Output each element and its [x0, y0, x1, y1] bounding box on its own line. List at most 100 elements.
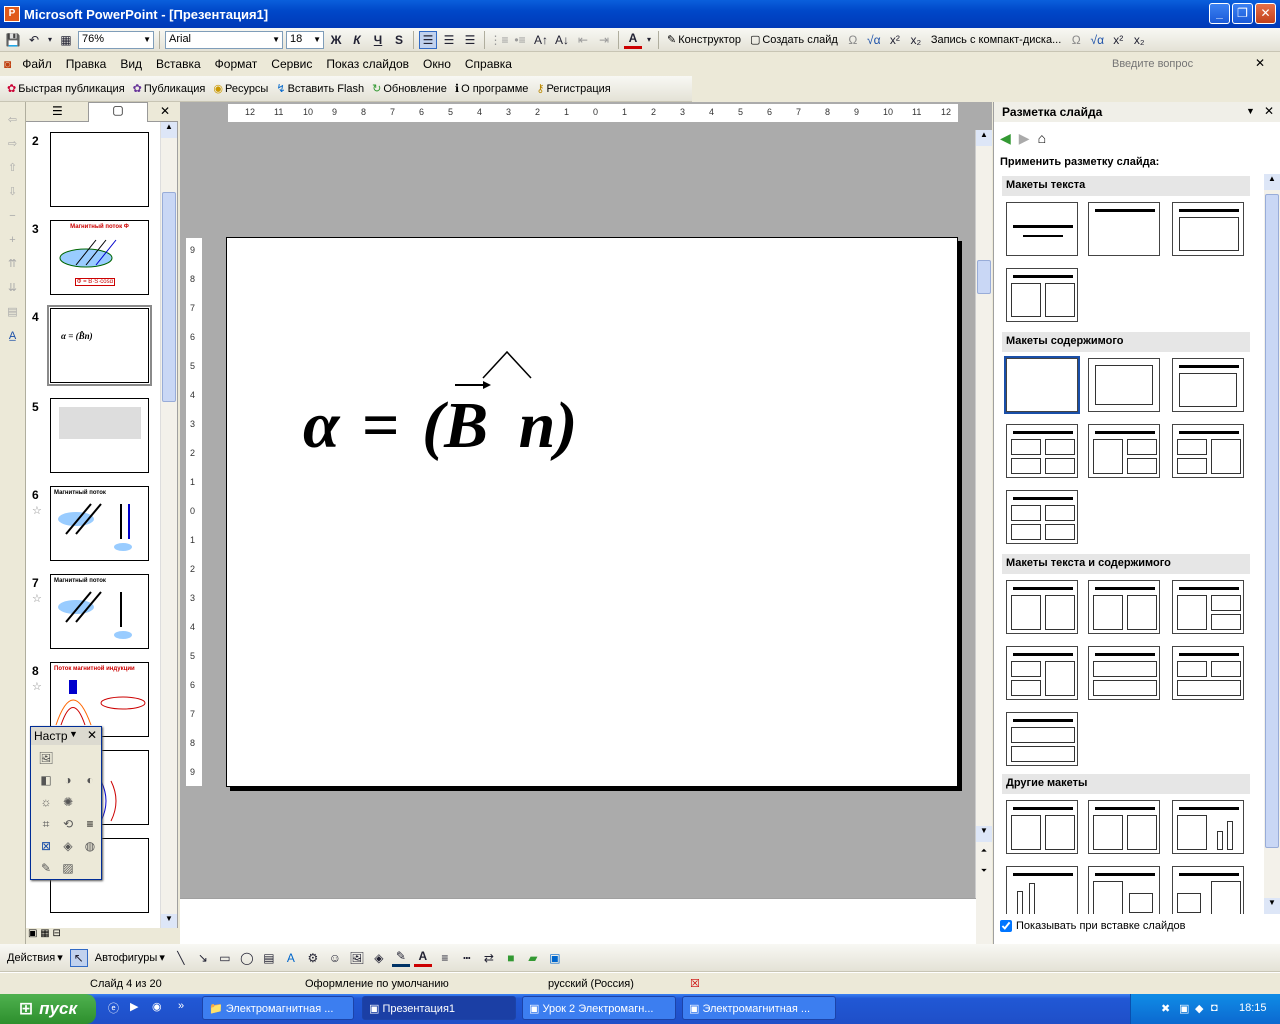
slide-thumbnail[interactable]: Магнитный поток Ф Ф = B·S·cosα	[50, 220, 149, 295]
bold-button[interactable]: Ж	[327, 31, 345, 49]
layout-two-columns[interactable]	[1006, 268, 1078, 322]
slide-vertical-scrollbar[interactable]: ▲ ▼ ⏶ ⏷	[975, 130, 992, 944]
scroll-up-arrow[interactable]: ▲	[161, 122, 177, 138]
menu-tools[interactable]: Сервис	[264, 57, 319, 71]
show-formatting-icon[interactable]: A̲	[0, 324, 25, 348]
outline-tab[interactable]: ☰	[52, 104, 63, 118]
wordart-icon[interactable]: A	[282, 949, 300, 967]
collapse-icon[interactable]: −	[0, 204, 25, 228]
compress-icon[interactable]: ⊠	[35, 835, 57, 857]
reset-picture-icon[interactable]: ▨	[57, 857, 79, 879]
new-slide-button[interactable]: ▢ Создать слайд	[747, 33, 841, 47]
demote-icon[interactable]: ⇨	[0, 132, 25, 156]
bullets-icon[interactable]: •≡	[511, 31, 529, 49]
tray-icon-2[interactable]: ▣	[1179, 1002, 1189, 1015]
menu-app-icon[interactable]: ◙	[0, 57, 15, 71]
taskbar-powerpoint-window[interactable]: ▣ Презентация1	[362, 996, 516, 1020]
slides-tab[interactable]: ▢	[88, 102, 148, 122]
layout-text-content-5[interactable]	[1088, 646, 1160, 700]
contrast-down-icon[interactable]: ◐	[79, 769, 101, 791]
taskbar-powerpoint-window-2[interactable]: ▣ Урок 2 Электромагн...	[522, 996, 676, 1020]
menu-file[interactable]: Файл	[15, 57, 59, 71]
arrow-icon[interactable]: ↘	[194, 949, 212, 967]
slides-scrollbar[interactable]: ▲ ▼	[160, 122, 177, 930]
font-color-icon[interactable]: A	[624, 31, 642, 49]
menu-view[interactable]: Вид	[113, 57, 149, 71]
tray-icon-3[interactable]: ◆	[1195, 1002, 1203, 1015]
layout-text-content-1[interactable]	[1006, 580, 1078, 634]
previous-slide-icon[interactable]: ⏶	[976, 846, 992, 862]
layout-content-4[interactable]	[1006, 490, 1078, 544]
textbox-icon[interactable]: ▤	[260, 949, 278, 967]
undo-icon[interactable]: ↶	[25, 31, 43, 49]
palette-title-bar[interactable]: Настр ▼ ✕	[31, 727, 101, 745]
move-down-icon[interactable]: ⇩	[0, 180, 25, 204]
collapse-all-icon[interactable]: ⇈	[0, 252, 25, 276]
line-style-icon[interactable]: ≡	[79, 813, 101, 835]
line-style-icon[interactable]: ≡	[436, 949, 454, 967]
slide-canvas[interactable]: α = (B n)	[226, 237, 958, 787]
layout-title[interactable]	[1006, 202, 1078, 256]
scroll-up-arrow[interactable]: ▲	[1264, 174, 1280, 190]
tray-clock[interactable]: 18:15	[1239, 1002, 1267, 1014]
task-pane-close-icon[interactable]: ✕	[1264, 104, 1274, 118]
clipart-icon[interactable]: ☺	[326, 949, 344, 967]
layout-orgchart-2[interactable]	[1172, 866, 1244, 914]
italic-button[interactable]: К	[348, 31, 366, 49]
update-button[interactable]: ↻ Обновление	[369, 82, 450, 96]
vertical-ruler[interactable]: 9 8 7 6 5 4 3 2 1 0 1 2 3 4 5 6 7 8 9	[186, 238, 202, 786]
menu-help[interactable]: Справка	[458, 57, 519, 71]
shadow-button[interactable]: S	[390, 31, 408, 49]
quicklaunch-more-icon[interactable]: »	[178, 1000, 184, 1012]
equation-icon[interactable]: √α	[865, 31, 883, 49]
arrow-style-icon[interactable]: ⇄	[480, 949, 498, 967]
layout-other-2[interactable]	[1088, 800, 1160, 854]
next-slide-icon[interactable]: ⏷	[976, 866, 992, 882]
quicklaunch-firefox-icon[interactable]: ◉	[152, 1000, 162, 1013]
font-color-draw-icon[interactable]: A	[413, 949, 432, 967]
toolbar-options-icon[interactable]: ▣	[546, 949, 564, 967]
palette-close-icon[interactable]: ✕	[87, 728, 97, 742]
slide-thumbnail[interactable]: Магнитный поток	[50, 574, 149, 649]
numbering-icon[interactable]: ⋮≡	[490, 31, 509, 49]
layout-content-3[interactable]	[1088, 424, 1160, 478]
underline-button[interactable]: Ч	[369, 31, 387, 49]
contrast-up-icon[interactable]: ◑	[57, 769, 79, 791]
layout-other-1[interactable]	[1006, 800, 1078, 854]
show-on-insert-checkbox[interactable]	[1000, 920, 1012, 932]
taskbar-folder-window[interactable]: 📁 Электромагнитная ...	[202, 996, 354, 1020]
layout-title-content[interactable]	[1172, 358, 1244, 412]
help-search-input[interactable]	[1112, 55, 1242, 73]
table-icon[interactable]: ▦	[57, 31, 75, 49]
omega-icon-2[interactable]: Ω	[1067, 31, 1085, 49]
line-icon[interactable]: ╲	[172, 949, 190, 967]
forward-icon[interactable]: ▶	[1019, 130, 1030, 147]
taskbar-powerpoint-window-3[interactable]: ▣ Электромагнитная ...	[682, 996, 836, 1020]
line-color-icon[interactable]: ✎	[391, 949, 410, 967]
quicklaunch-media-icon[interactable]: ▶	[130, 1000, 138, 1013]
layout-text-content-7[interactable]	[1006, 712, 1078, 766]
insert-picture-icon[interactable]: 🖼	[35, 747, 57, 769]
slideshow-view-icon[interactable]: ⊟	[52, 928, 60, 939]
quick-publish-button[interactable]: ✿ Быстрая публикация	[4, 82, 128, 96]
quicklaunch-ie-icon[interactable]: ⓔ	[108, 1000, 119, 1016]
layout-text-content-4[interactable]	[1006, 646, 1078, 700]
formula-textbox[interactable]: α = (B n)	[303, 388, 577, 464]
layout-content-2x2[interactable]	[1006, 424, 1078, 478]
layout-content[interactable]	[1088, 358, 1160, 412]
undo-dropdown-icon[interactable]: ▾	[46, 31, 54, 49]
slide-thumbnail[interactable]	[50, 398, 149, 473]
fill-color-icon[interactable]: ◈	[370, 949, 388, 967]
horizontal-ruler[interactable]: 12 11 10 9 8 7 6 5 4 3 2 1 0 1 2 3 4 5 6 7 8 9 10 11 12	[228, 104, 958, 122]
shadow-style-icon[interactable]: ■	[502, 949, 520, 967]
picture-icon[interactable]: 🖼	[348, 949, 366, 967]
crop-icon[interactable]: ⌗	[35, 813, 57, 835]
scroll-thumb[interactable]	[977, 260, 991, 294]
increase-indent-icon[interactable]: ⇥	[595, 31, 613, 49]
layout-content-3b[interactable]	[1172, 424, 1244, 478]
promote-icon[interactable]: ⇦	[0, 108, 25, 132]
layout-chart-text[interactable]	[1172, 800, 1244, 854]
layouts-scrollbar[interactable]: ▲ ▼	[1264, 174, 1280, 914]
layout-title-only[interactable]	[1088, 202, 1160, 256]
menu-edit[interactable]: Правка	[59, 57, 114, 71]
